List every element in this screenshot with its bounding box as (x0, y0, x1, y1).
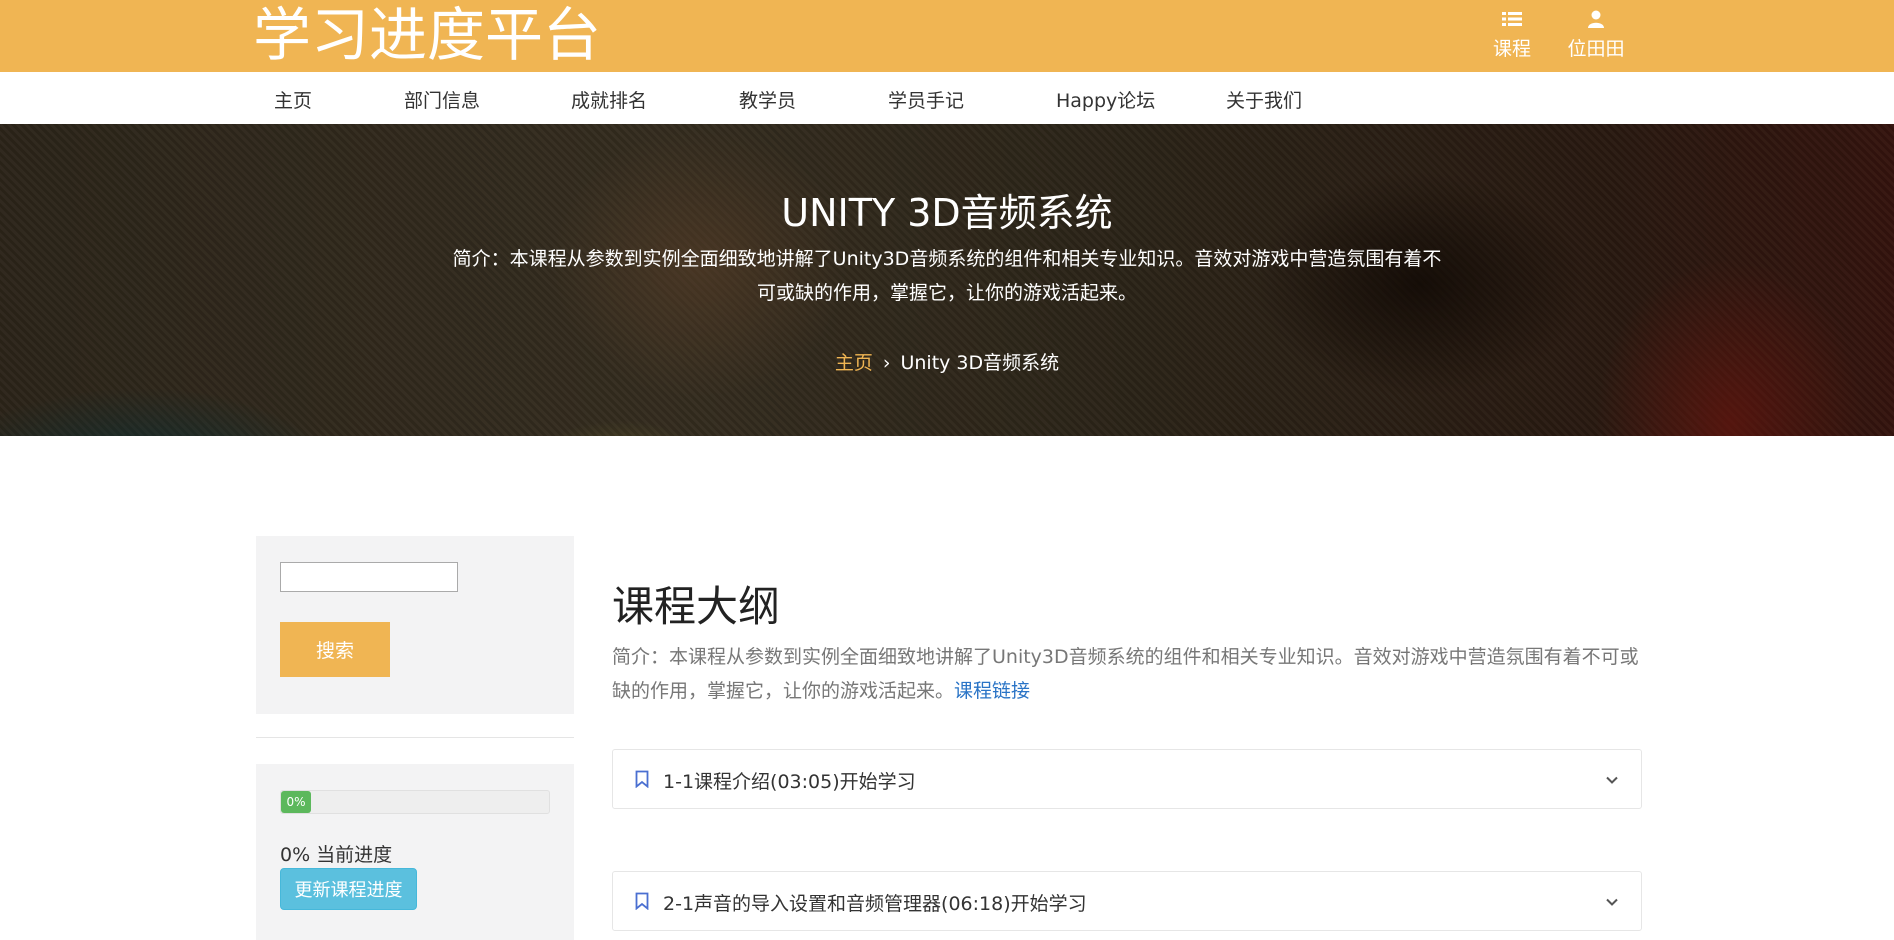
header-courses-link[interactable]: 课程 (1482, 10, 1542, 61)
page-title: 课程大纲 (612, 582, 781, 631)
hero-title: UNITY 3D音频系统 (781, 191, 1113, 235)
breadcrumb-separator: › (882, 352, 891, 374)
progress-text: 0% 当前进度 (280, 844, 393, 866)
progress-panel: 0% 0% 当前进度 更新课程进度 (256, 764, 574, 940)
nav-item-forum[interactable]: Happy论坛 (1056, 86, 1155, 113)
chevron-down-icon[interactable] (1605, 772, 1619, 791)
search-input[interactable] (280, 562, 458, 592)
hero-banner: UNITY 3D音频系统 简介：本课程从参数到实例全面细致地讲解了Unity3D… (0, 124, 1894, 436)
main-nav: 主页 部门信息 成就排名 教学员 学员手记 Happy论坛 关于我们 (0, 72, 1894, 125)
update-progress-button[interactable]: 更新课程进度 (280, 868, 417, 910)
search-panel: 搜索 (256, 536, 574, 714)
nav-item-ranking[interactable]: 成就排名 (571, 86, 647, 113)
bookmark-icon (635, 770, 649, 792)
search-button[interactable]: 搜索 (280, 622, 390, 677)
chevron-down-icon[interactable] (1605, 894, 1619, 913)
site-logo[interactable]: 学习进度平台 (253, 0, 601, 70)
user-icon (1566, 10, 1626, 32)
nav-item-teachers[interactable]: 教学员 (739, 86, 796, 113)
header-user-link[interactable]: 位田田 (1566, 10, 1626, 61)
sidebar-divider (256, 737, 574, 738)
lesson-item[interactable]: 2-1声音的导入设置和音频管理器(06:18)开始学习 (612, 871, 1642, 931)
nav-item-notes[interactable]: 学员手记 (888, 86, 964, 113)
bookmark-icon (635, 892, 649, 914)
lesson-item[interactable]: 1-1课程介绍(03:05)开始学习 (612, 749, 1642, 809)
progress-bar-fill: 0% (281, 791, 311, 813)
top-header: 学习进度平台 课程 位田田 (0, 0, 1894, 72)
course-description: 简介：本课程从参数到实例全面细致地讲解了Unity3D音频系统的组件和相关专业知… (612, 640, 1642, 708)
course-link[interactable]: 课程链接 (954, 680, 1030, 702)
header-user-label: 位田田 (1567, 38, 1625, 60)
nav-item-about[interactable]: 关于我们 (1226, 86, 1302, 113)
hero-description: 简介：本课程从参数到实例全面细致地讲解了Unity3D音频系统的组件和相关专业知… (452, 248, 1442, 304)
nav-item-department[interactable]: 部门信息 (404, 86, 480, 113)
breadcrumb-current: Unity 3D音频系统 (900, 352, 1060, 374)
breadcrumb: 主页 › Unity 3D音频系统 (0, 348, 1894, 375)
list-icon (1482, 10, 1542, 32)
lesson-label: 2-1声音的导入设置和音频管理器(06:18)开始学习 (663, 893, 1087, 915)
nav-item-home[interactable]: 主页 (274, 86, 312, 113)
header-courses-label: 课程 (1492, 38, 1531, 60)
course-description-text: 简介：本课程从参数到实例全面细致地讲解了Unity3D音频系统的组件和相关专业知… (612, 646, 1639, 702)
lesson-label: 1-1课程介绍(03:05)开始学习 (663, 771, 916, 793)
progress-bar: 0% (280, 790, 550, 814)
breadcrumb-home[interactable]: 主页 (835, 352, 873, 374)
